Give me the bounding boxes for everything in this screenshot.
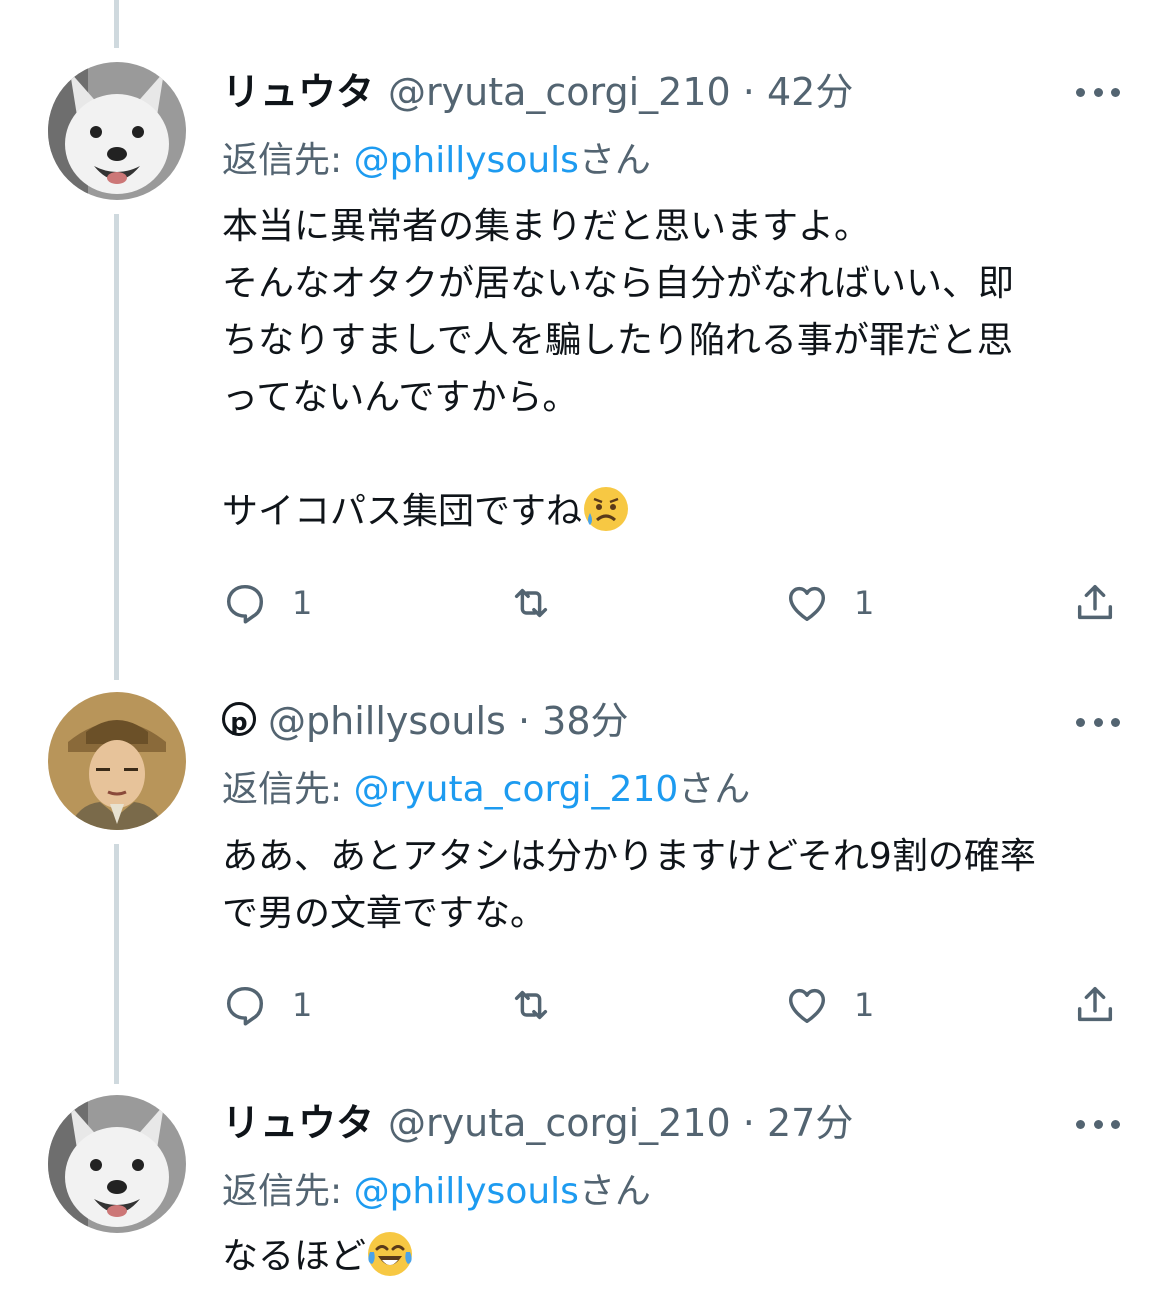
separator-dot: · xyxy=(742,1101,755,1145)
more-icon[interactable] xyxy=(1076,84,1120,100)
corgi-avatar-image xyxy=(48,62,186,200)
like-count: 1 xyxy=(854,986,875,1024)
reply-to-prefix: 返信先: xyxy=(222,140,354,181)
retweet-icon xyxy=(514,588,548,618)
timestamp[interactable]: 38分 xyxy=(542,699,628,743)
tweet-text-content: 本当に異常者の集まりだと思いますよ。 そんなオタクが居ないなら自分がなればいい、… xyxy=(222,206,1015,532)
retweet-button[interactable] xyxy=(508,980,554,1030)
like-icon xyxy=(788,988,826,1024)
retweet-icon xyxy=(514,990,548,1020)
tweet-header: リュウタ @ryuta_corgi_210 · 42分 xyxy=(222,68,1120,116)
corgi-avatar-image xyxy=(48,1095,186,1233)
thread-line xyxy=(114,844,119,1084)
avatar[interactable] xyxy=(48,692,186,830)
like-button[interactable]: 1 xyxy=(784,980,874,1030)
reply-to-suffix: さん xyxy=(578,1171,651,1212)
like-count: 1 xyxy=(854,584,875,622)
display-name[interactable]: リュウタ xyxy=(222,1101,374,1145)
reply-to: 返信先: @phillysoulsさん xyxy=(222,1169,1120,1215)
timestamp[interactable]: 27分 xyxy=(767,1101,853,1145)
reply-icon xyxy=(226,986,264,1026)
like-icon xyxy=(788,586,826,622)
handle[interactable]: @ryuta_corgi_210 xyxy=(388,70,731,114)
share-icon xyxy=(1077,584,1113,620)
reply-to-mention[interactable]: @phillysouls xyxy=(354,140,579,181)
tweet-actions: 1 1 xyxy=(222,980,1122,1030)
reply-icon xyxy=(226,584,264,624)
thread-line xyxy=(114,214,119,680)
reply-count: 1 xyxy=(292,584,313,622)
separator-dot: · xyxy=(742,70,755,114)
tweet-text: 本当に異常者の集まりだと思いますよ。 そんなオタクが居ないなら自分がなればいい、… xyxy=(222,198,1112,540)
tweet-actions: 1 1 xyxy=(222,578,1122,628)
timestamp[interactable]: 42分 xyxy=(767,70,853,114)
display-name[interactable]: リュウタ xyxy=(222,70,374,114)
tweet-text: なるほど xyxy=(222,1228,1112,1285)
more-icon[interactable] xyxy=(1076,1116,1120,1132)
tweet-header: p @phillysouls · 38分 xyxy=(222,697,1120,745)
profile-badge-icon: p xyxy=(222,702,256,736)
share-button[interactable] xyxy=(1072,980,1118,1030)
tweet-text: ああ、あとアタシは分かりますけどそれ9割の確率 で男の文章ですな。 xyxy=(222,828,1112,942)
reply-button[interactable]: 1 xyxy=(222,578,312,628)
retweet-button[interactable] xyxy=(508,578,554,628)
tweet-text-content: ああ、あとアタシは分かりますけどそれ9割の確率 で男の文章ですな。 xyxy=(222,836,1036,934)
tweet-text-content: なるほど xyxy=(222,1236,367,1277)
handle[interactable]: @ryuta_corgi_210 xyxy=(388,1101,731,1145)
reply-to-suffix: さん xyxy=(578,140,651,181)
avatar[interactable] xyxy=(48,1095,186,1233)
thread-line xyxy=(114,0,119,48)
reply-to-mention[interactable]: @phillysouls xyxy=(354,1171,579,1212)
reply-to-prefix: 返信先: xyxy=(222,769,354,810)
reply-count: 1 xyxy=(292,986,313,1024)
more-icon[interactable] xyxy=(1076,714,1120,730)
tears-of-joy-emoji xyxy=(368,1232,413,1276)
reply-to: 返信先: @ryuta_corgi_210さん xyxy=(222,767,1120,813)
reply-button[interactable]: 1 xyxy=(222,980,312,1030)
sad-sweat-emoji xyxy=(584,487,629,531)
share-icon xyxy=(1077,986,1113,1022)
avatar[interactable] xyxy=(48,62,186,200)
separator-dot: · xyxy=(517,699,531,743)
handle[interactable]: @phillysouls xyxy=(268,699,506,743)
reply-to-mention[interactable]: @ryuta_corgi_210 xyxy=(354,769,679,810)
man-in-hat-avatar-image xyxy=(48,692,186,830)
reply-to-suffix: さん xyxy=(678,769,751,810)
share-button[interactable] xyxy=(1072,578,1118,628)
reply-to-prefix: 返信先: xyxy=(222,1171,354,1212)
reply-to: 返信先: @phillysoulsさん xyxy=(222,138,1120,184)
like-button[interactable]: 1 xyxy=(784,578,874,628)
tweet-header: リュウタ @ryuta_corgi_210 · 27分 xyxy=(222,1099,1120,1147)
